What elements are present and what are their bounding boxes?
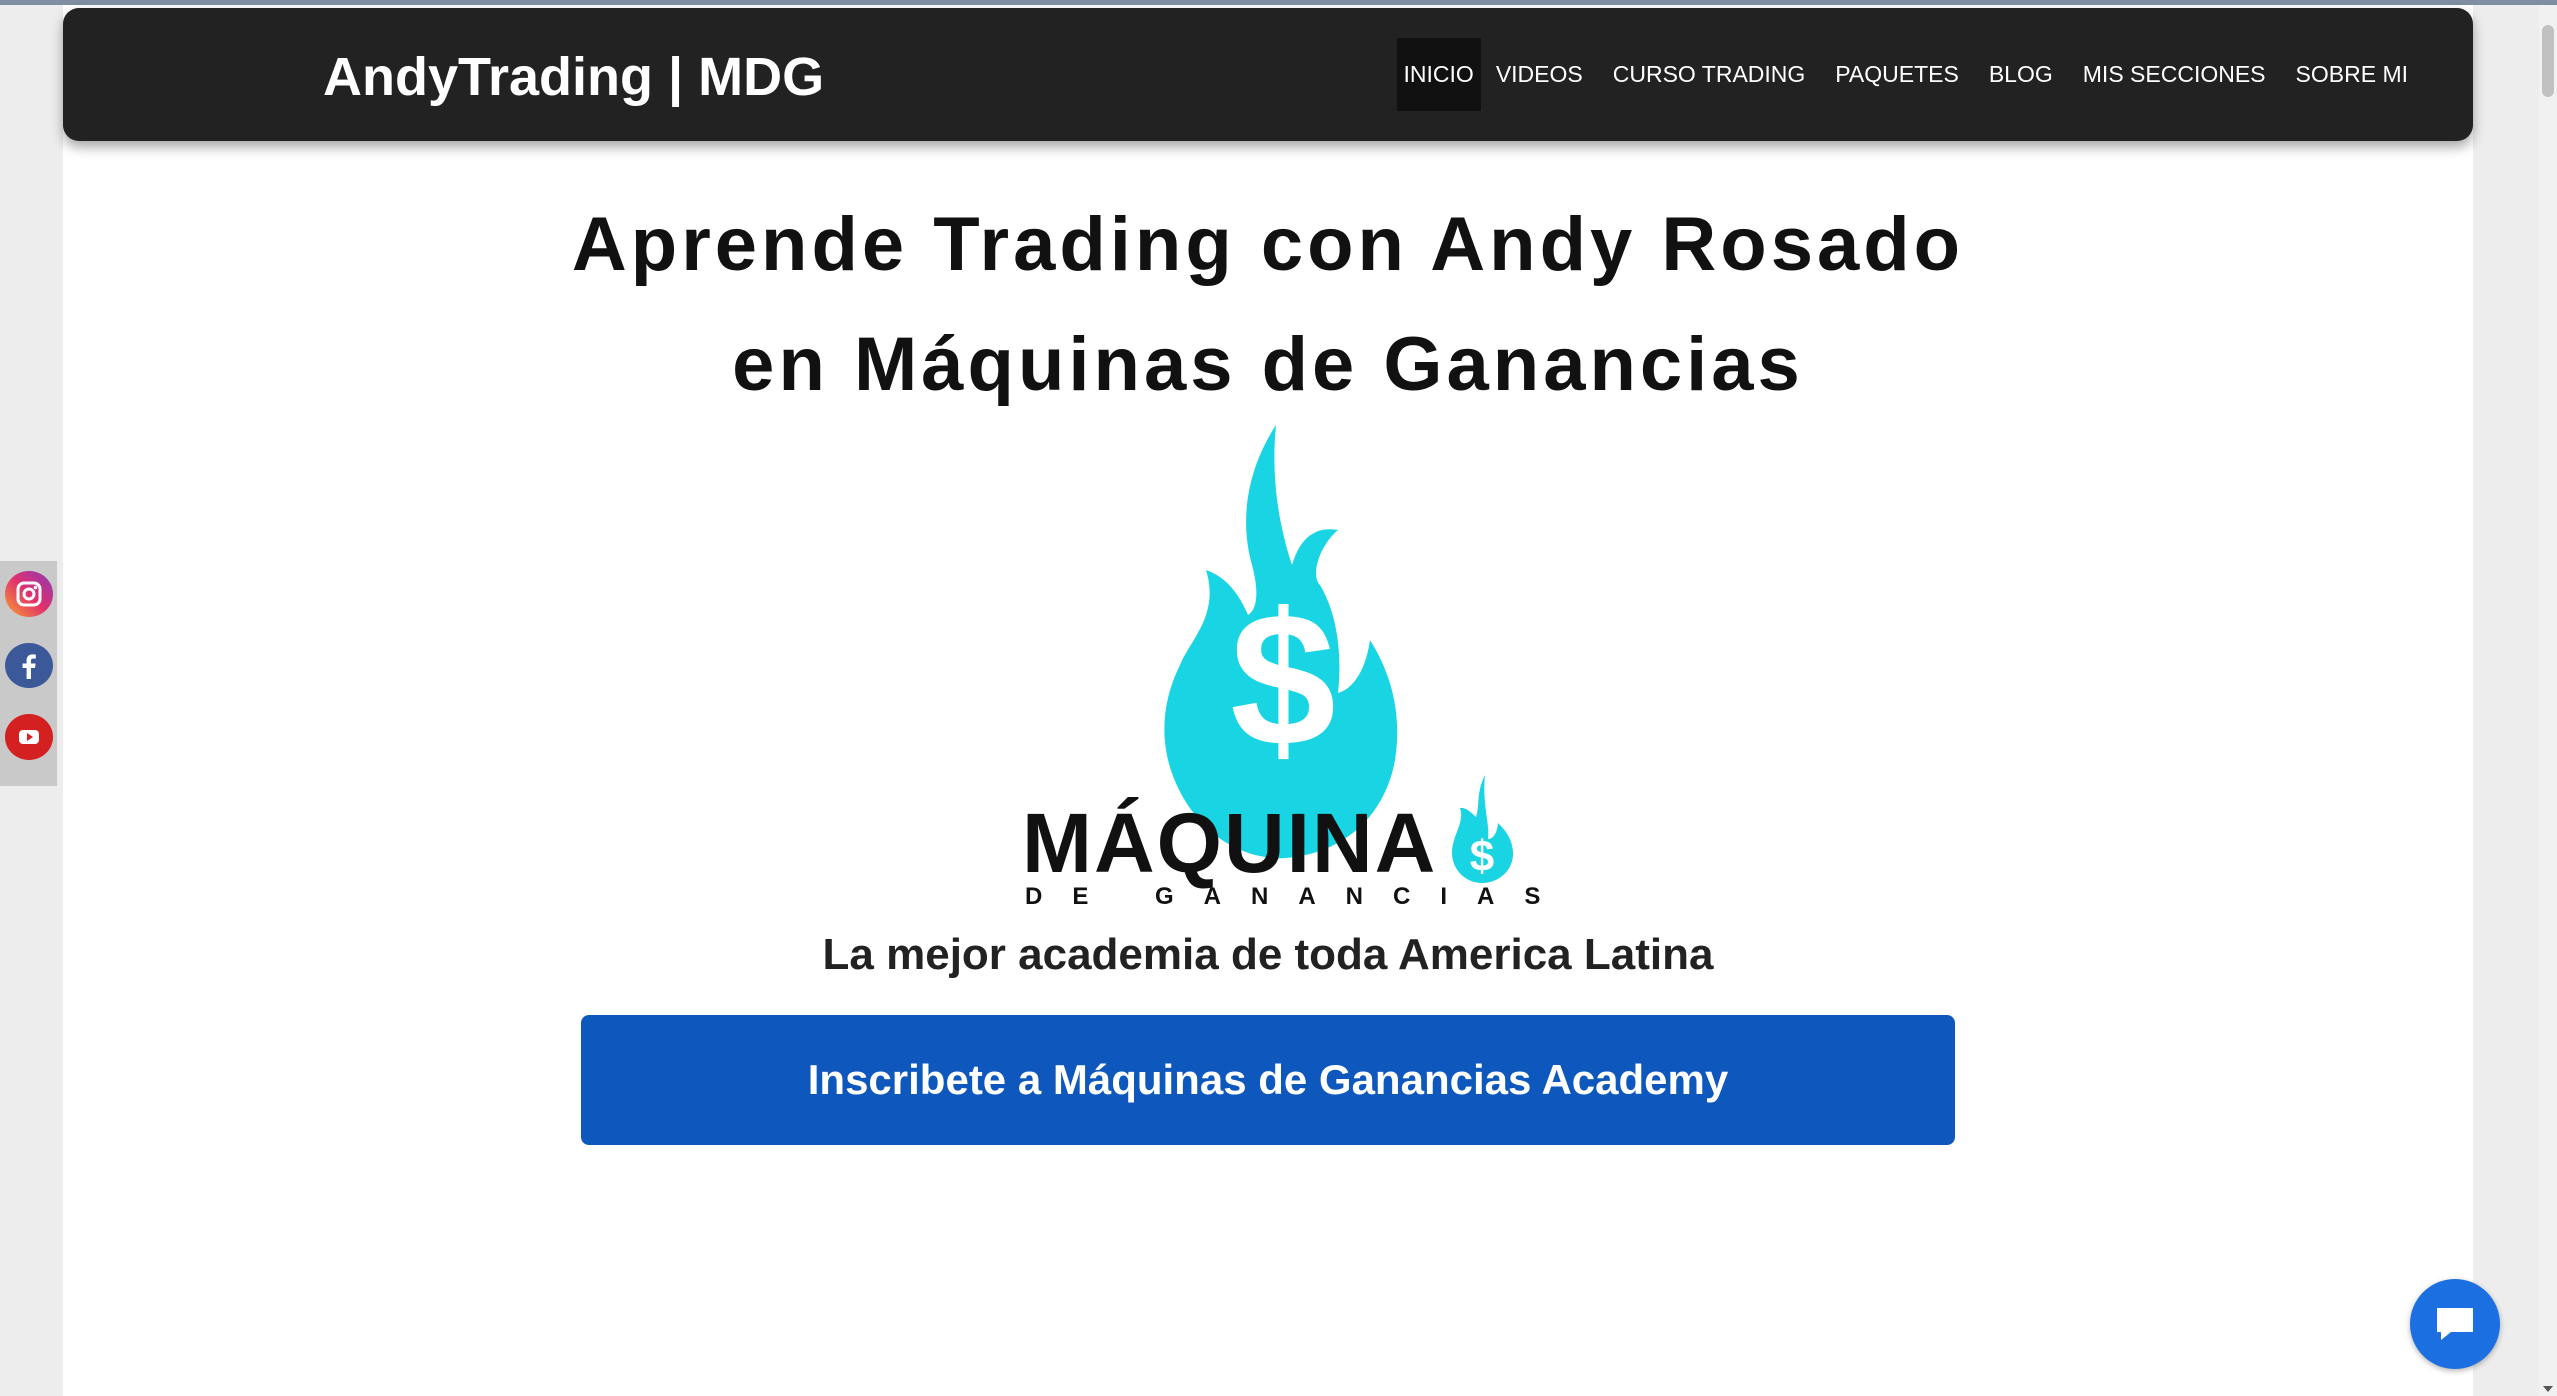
hero-headline: Aprende Trading con Andy Rosado en Máqui… <box>63 185 2473 425</box>
nav-item-mis-secciones[interactable]: MIS SECCIONES <box>2068 38 2281 111</box>
social-sidebar <box>0 561 57 786</box>
nav-item-videos[interactable]: VIDEOS <box>1481 38 1598 111</box>
logo-wordmark: MÁQUINA <box>1022 796 1438 890</box>
hero-tagline: La mejor academia de toda America Latina <box>822 930 1714 979</box>
scrollbar-thumb[interactable] <box>2542 25 2554 97</box>
nav-item-curso-trading[interactable]: CURSO TRADING <box>1598 38 1821 111</box>
facebook-icon[interactable] <box>4 642 53 689</box>
nav-item-inicio[interactable]: INICIO <box>1396 38 1481 111</box>
nav-item-paquetes[interactable]: PAQUETES <box>1820 38 1974 111</box>
svg-text:$: $ <box>1230 574 1336 786</box>
headline-line-2: en Máquinas de Ganancias <box>732 322 1804 407</box>
nav-item-sobre-mi[interactable]: SOBRE MI <box>2281 38 2423 111</box>
youtube-icon[interactable] <box>4 714 53 761</box>
svg-text:$: $ <box>1470 832 1494 881</box>
page-scrollbar[interactable] <box>2539 5 2557 1396</box>
chat-bubble-icon <box>2437 1308 2473 1340</box>
logo-subtitle: DE GANANCIAS <box>1025 883 1571 910</box>
site-brand[interactable]: AndyTrading | MDG <box>323 46 824 108</box>
chat-widget-button[interactable] <box>2410 1279 2500 1369</box>
enroll-academy-button[interactable]: Inscribete a Máquinas de Ganancias Acade… <box>581 1015 1955 1145</box>
scroll-down-arrow-icon[interactable] <box>2543 1386 2553 1392</box>
nav-item-blog[interactable]: BLOG <box>1974 38 2068 111</box>
top-navbar: AndyTrading | MDG INICIO VIDEOS CURSO TR… <box>63 8 2473 141</box>
headline-line-1: Aprende Trading con Andy Rosado <box>571 202 1965 287</box>
instagram-icon[interactable] <box>4 571 53 617</box>
nav-menu: INICIO VIDEOS CURSO TRADING PAQUETES BLO… <box>1396 38 2423 111</box>
